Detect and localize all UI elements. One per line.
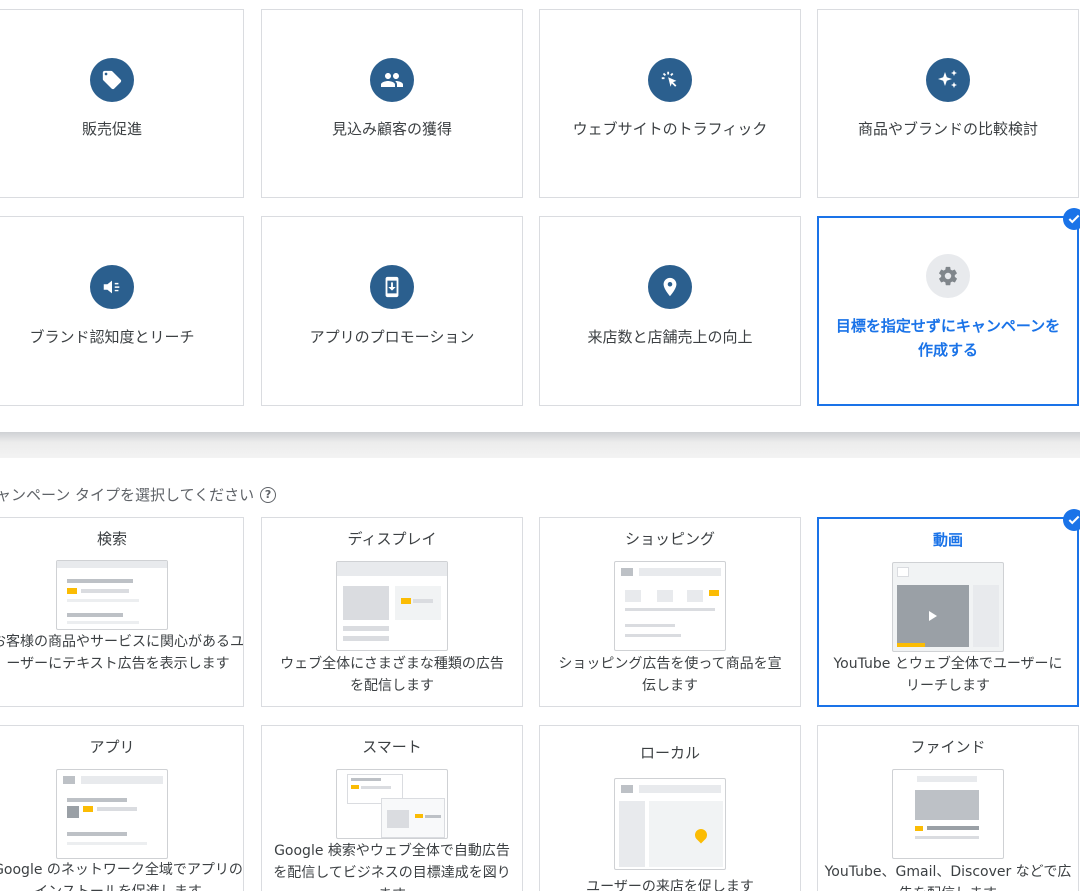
display-illustration xyxy=(336,561,448,651)
campaign-type-display[interactable]: ディスプレイ ウェブ全体にさまざまな種類の広告を配信します xyxy=(261,517,523,707)
campaign-type-desc: Google 検索やウェブ全体で自動広告を配信してビジネスの目標達成を図ります xyxy=(273,843,511,891)
goal-label: 見込み顧客の獲得 xyxy=(331,120,452,138)
campaign-type-desc: お客様の商品やサービスに関心があるユーザーにテキスト広告を表示します xyxy=(0,634,244,672)
campaign-goal-page: 販売促進 見込み顧客の獲得 ウェブサイトのトラフィック 商品やブランドの比較検討… xyxy=(0,0,1080,891)
campaign-type-desc: YouTube、Gmail、Discover などで広告を配信します xyxy=(824,864,1072,891)
campaign-type-desc: YouTube とウェブ全体でユーザーにリーチします xyxy=(833,656,1063,694)
video-illustration xyxy=(892,562,1004,652)
goal-card-consideration[interactable]: 商品やブランドの比較検討 xyxy=(817,9,1079,198)
campaign-type-title: アプリ xyxy=(89,738,135,756)
discovery-illustration xyxy=(892,769,1004,859)
campaign-type-desc: Google のネットワーク全域でアプリのインストールを促進します xyxy=(0,862,243,891)
goal-card-awareness[interactable]: ブランド認知度とリーチ xyxy=(0,216,244,406)
tag-icon xyxy=(90,58,134,102)
check-icon xyxy=(1063,509,1080,531)
goal-card-no-goal[interactable]: 目標を指定せずにキャンペーンを作成する xyxy=(817,216,1079,406)
help-icon[interactable]: ? xyxy=(260,486,277,503)
search-illustration xyxy=(56,560,168,630)
campaign-type-search[interactable]: 検索 お客様の商品やサービスに関心があるユーザーにテキスト広告を表示します xyxy=(0,517,244,707)
campaign-type-local[interactable]: ローカル ユーザーの来店を促します xyxy=(539,725,801,891)
megaphone-icon xyxy=(90,265,134,309)
smart-illustration xyxy=(336,769,448,839)
campaign-type-smart[interactable]: スマート Google 検索やウェブ全体で自動広告を配信してビジネスの目標達成を… xyxy=(261,725,523,891)
goal-label: ウェブサイトのトラフィック xyxy=(572,120,768,138)
local-illustration xyxy=(614,778,726,870)
goal-label: 目標を指定せずにキャンペーンを作成する xyxy=(835,317,1061,359)
goal-card-sales[interactable]: 販売促進 xyxy=(0,9,244,198)
campaign-type-desc: ユーザーの来店を促します xyxy=(586,879,754,891)
campaign-type-desc: ウェブ全体にさまざまな種類の広告を配信します xyxy=(280,656,504,694)
campaign-type-heading-text: ャンペーン タイプを選択してください xyxy=(0,486,255,504)
sparkle-icon xyxy=(926,58,970,102)
shopping-illustration xyxy=(614,561,726,651)
app-illustration xyxy=(56,769,168,859)
campaign-type-title: 動画 xyxy=(932,531,963,549)
goal-card-leads[interactable]: 見込み顧客の獲得 xyxy=(261,9,523,198)
goal-card-local-store[interactable]: 来店数と店舗売上の向上 xyxy=(539,216,801,406)
campaign-type-app[interactable]: アプリ Google のネットワーク全域でアプリのインストールを促進します xyxy=(0,725,244,891)
goal-label: 商品やブランドの比較検討 xyxy=(857,120,1038,138)
goal-label: 販売促進 xyxy=(81,120,142,138)
location-pin-icon xyxy=(648,265,692,309)
campaign-type-title: ショッピング xyxy=(624,530,715,548)
cursor-click-icon xyxy=(648,58,692,102)
gear-icon xyxy=(926,254,970,298)
campaign-type-title: ローカル xyxy=(639,744,700,762)
goal-card-app-promotion[interactable]: アプリのプロモーション xyxy=(261,216,523,406)
people-icon xyxy=(370,58,414,102)
campaign-type-shopping[interactable]: ショッピング ショッピング広告を使って商品を宣伝します xyxy=(539,517,801,707)
mobile-download-icon xyxy=(370,265,414,309)
campaign-type-title: スマート xyxy=(362,738,422,756)
campaign-type-desc: ショッピング広告を使って商品を宣伝します xyxy=(558,656,782,694)
section-divider xyxy=(0,432,1080,458)
goal-label: アプリのプロモーション xyxy=(309,328,475,346)
campaign-type-title: ディスプレイ xyxy=(347,530,437,548)
campaign-type-video[interactable]: 動画 YouTube とウェブ全体でユーザーにリーチします xyxy=(817,517,1079,707)
campaign-type-title: 検索 xyxy=(96,530,127,548)
check-icon xyxy=(1063,208,1080,230)
goal-card-traffic[interactable]: ウェブサイトのトラフィック xyxy=(539,9,801,198)
campaign-type-discovery[interactable]: ファインド YouTube、Gmail、Discover などで広告を配信します xyxy=(817,725,1079,891)
goal-label: ブランド認知度とリーチ xyxy=(29,328,195,346)
campaign-type-title: ファインド xyxy=(910,738,986,756)
campaign-type-heading: ャンペーン タイプを選択してください ? xyxy=(0,484,277,505)
goal-label: 来店数と店舗売上の向上 xyxy=(587,328,753,346)
